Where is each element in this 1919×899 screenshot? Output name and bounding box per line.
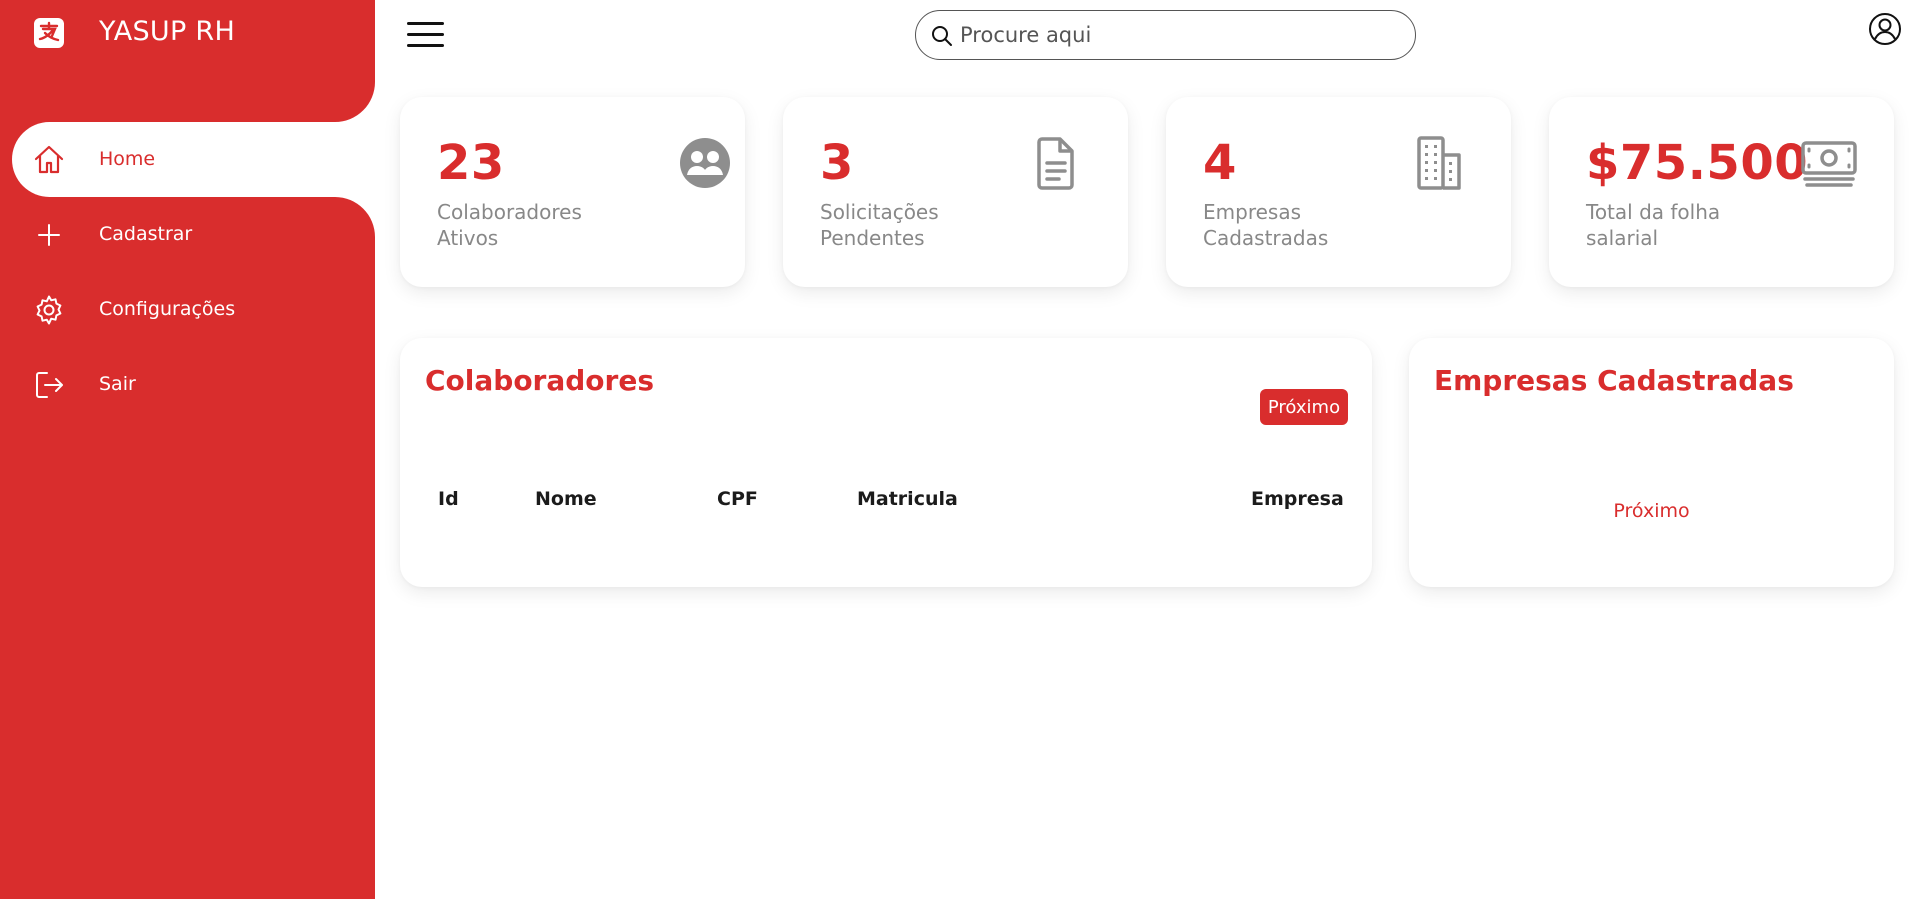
sidebar-item-label: Cadastrar [99, 223, 193, 245]
nav-curve-decoration [335, 197, 375, 237]
sidebar-item-configuracoes[interactable]: Configurações [0, 272, 375, 347]
sidebar-item-sair[interactable]: Sair [0, 347, 375, 422]
stat-label: Total da folha salarial [1586, 200, 1721, 250]
building-icon [1417, 136, 1461, 190]
stat-card-colaboradores[interactable]: 23 Colaboradores Ativos [400, 97, 745, 287]
logout-icon [36, 372, 63, 398]
stat-label: Colaboradores Ativos [437, 200, 582, 250]
stat-value: $75.500 [1586, 135, 1809, 191]
next-button[interactable]: Próximo [1260, 389, 1348, 425]
table-header-empresa: Empresa [1251, 488, 1344, 510]
table-header-matricula: Matricula [857, 488, 958, 510]
sidebar-nav: Home Cadastrar Configurações Sair [0, 82, 375, 422]
hamburger-menu-icon[interactable] [405, 20, 445, 50]
sidebar-item-label: Sair [99, 373, 136, 395]
menu-bar [407, 22, 444, 25]
stat-value: 3 [820, 135, 854, 191]
panel-title: Colaboradores [425, 364, 655, 397]
empresas-panel: Empresas Cadastradas Próximo [1409, 338, 1894, 587]
gear-icon [36, 295, 62, 325]
stat-value: 23 [437, 135, 505, 191]
stat-label: Solicitações Pendentes [820, 200, 939, 250]
sidebar-item-label: Home [99, 148, 156, 170]
brand[interactable]: YASUP RH [0, 0, 375, 70]
search-input[interactable] [960, 19, 1400, 51]
stat-value: 4 [1203, 135, 1237, 191]
table-header-cpf: CPF [717, 488, 758, 510]
sidebar-item-label: Configurações [99, 298, 236, 320]
app-root: YASUP RH Home Cadastrar Configurações Sa… [0, 0, 1919, 899]
document-icon [1037, 137, 1074, 190]
sidebar-item-cadastrar[interactable]: Cadastrar [0, 197, 375, 272]
people-icon [680, 138, 730, 188]
main-content: 23 Colaboradores Ativos 3 Solicitações P… [375, 0, 1919, 899]
topbar [375, 0, 1919, 70]
user-circle-icon[interactable] [1868, 12, 1902, 46]
cash-icon [1801, 141, 1857, 187]
stat-card-solicitacoes[interactable]: 3 Solicitações Pendentes [783, 97, 1128, 287]
sidebar-item-home[interactable]: Home [12, 122, 375, 197]
plus-icon [38, 224, 60, 246]
sidebar: YASUP RH Home Cadastrar Configurações Sa… [0, 0, 375, 899]
search-icon[interactable] [931, 25, 953, 47]
stat-label: Empresas Cadastradas [1203, 200, 1329, 250]
alipay-logo-icon [34, 18, 64, 48]
home-icon [34, 145, 64, 174]
colaboradores-panel: Colaboradores Próximo Id Nome CPF Matric… [400, 338, 1372, 587]
search-box [915, 10, 1416, 60]
brand-title: YASUP RH [99, 16, 236, 47]
panel-title: Empresas Cadastradas [1434, 364, 1794, 397]
table-header-id: Id [438, 488, 459, 510]
next-link[interactable]: Próximo [1409, 500, 1894, 522]
menu-bar [407, 44, 444, 47]
stat-card-empresas[interactable]: 4 Empresas Cadastradas [1166, 97, 1511, 287]
menu-bar [407, 33, 444, 36]
table-header-nome: Nome [535, 488, 597, 510]
stat-card-folha[interactable]: $75.500 Total da folha salarial [1549, 97, 1894, 287]
nav-curve-decoration [335, 82, 375, 122]
